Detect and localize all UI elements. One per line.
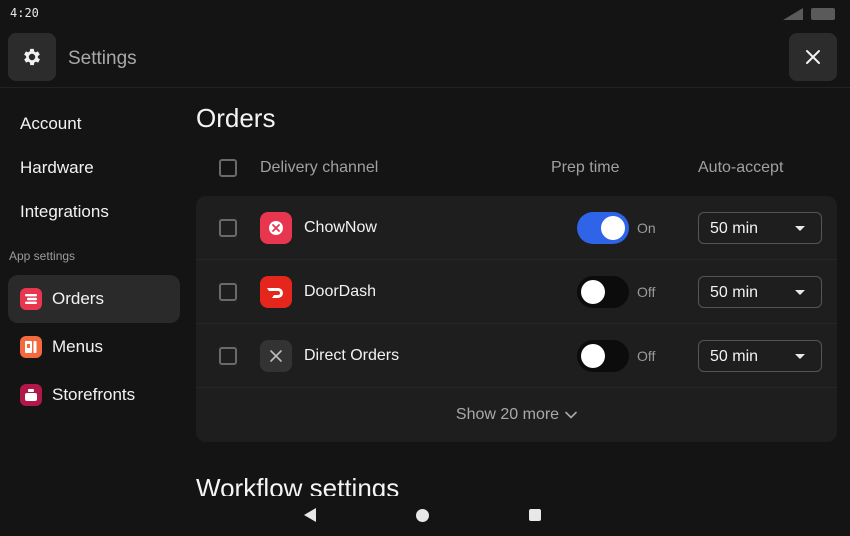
toggle-status: Off [637,348,656,364]
sidebar-item-label: Storefronts [52,385,136,404]
toggle-status: On [637,220,656,236]
select-value: 50 min [710,348,759,365]
sidebar-item-account[interactable]: Account [20,114,81,134]
auto-accept-select[interactable]: 50 min [698,212,822,244]
settings-button[interactable] [8,33,56,81]
select-value: 50 min [710,284,759,301]
prep-time-toggle[interactable] [577,340,629,372]
chevron-down-icon [795,354,805,359]
sidebar-item-hardware[interactable]: Hardware [20,158,94,178]
sidebar-item-label: Orders [52,289,104,308]
channel-name: Direct Orders [304,347,400,364]
sidebar: Account Hardware Integrations App settin… [0,89,188,536]
toggle-knob [581,344,605,368]
row-checkbox[interactable] [219,347,237,365]
show-more-button[interactable]: Show 20 more [196,388,837,442]
recents-icon[interactable] [529,509,541,521]
chevron-down-icon [795,290,805,295]
column-header-prep: Prep time [551,159,620,176]
auto-accept-select[interactable]: 50 min [698,340,822,372]
column-header-channel: Delivery channel [260,159,379,176]
status-bar: 4:20 [0,0,850,28]
top-bar: Settings [0,28,850,88]
toggle-status: Off [637,284,656,300]
page-title: Orders [196,103,276,133]
status-time: 4:20 [10,6,39,20]
storefronts-icon [20,384,42,406]
channel-name: DoorDash [304,283,377,300]
doordash-icon [260,276,292,308]
row-checkbox[interactable] [219,219,237,237]
toggle-knob [581,280,605,304]
sidebar-item-menus[interactable]: Menus [8,323,180,371]
auto-accept-select[interactable]: 50 min [698,276,822,308]
orders-icon [20,288,42,310]
chevron-down-icon [795,226,805,231]
page-header-title: Settings [68,48,137,69]
sidebar-item-orders[interactable]: Orders [8,275,180,323]
sidebar-item-label: Menus [52,337,104,356]
toggle-knob [601,216,625,240]
row-checkbox[interactable] [219,283,237,301]
channels-card: ChowNow On 50 min DoorDash Off 50 min Di… [196,196,837,442]
chownow-icon [260,212,292,244]
sidebar-section-label: App settings [9,249,76,263]
prep-time-toggle[interactable] [577,276,629,308]
sidebar-item-integrations[interactable]: Integrations [20,202,109,222]
menus-icon [20,336,42,358]
utensils-icon [260,340,292,372]
back-icon[interactable] [303,508,317,522]
prep-time-toggle[interactable] [577,212,629,244]
chevron-down-icon [565,411,577,419]
close-icon [806,50,820,64]
select-value: 50 min [710,220,759,237]
signal-icon [783,8,803,20]
table-row: ChowNow On 50 min [196,196,837,260]
channel-name: ChowNow [304,219,377,236]
show-more-label: Show 20 more [455,406,560,423]
table-row: DoorDash Off 50 min [196,260,837,324]
system-nav-bar [0,496,850,536]
column-header-auto-accept: Auto-accept [698,159,784,176]
battery-icon [811,8,835,20]
sidebar-item-storefronts[interactable]: Storefronts [8,371,180,419]
close-button[interactable] [789,33,837,81]
home-icon[interactable] [416,509,429,522]
select-all-checkbox[interactable] [219,159,237,177]
table-row: Direct Orders Off 50 min [196,324,837,388]
gear-icon [24,48,40,66]
main-content: Orders Delivery channel Prep time Auto-a… [188,89,850,536]
